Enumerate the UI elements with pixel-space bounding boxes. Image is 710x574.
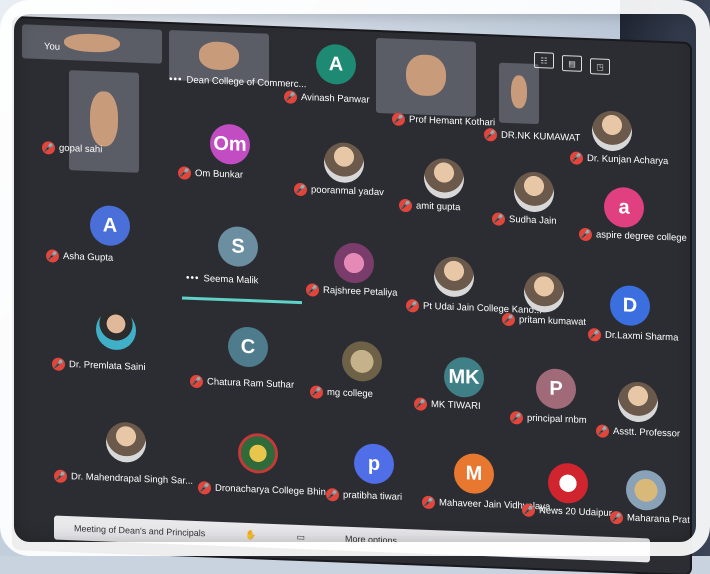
name-mk: 🎤 MK TIWARI — [414, 397, 481, 412]
video-dr-kumawat[interactable] — [499, 62, 539, 125]
name-principal: 🎤 principal rnbm — [510, 411, 587, 426]
tile-laxmi[interactable]: D — [610, 284, 650, 327]
name-pooranmal: 🎤 pooranmal yadav — [294, 182, 384, 199]
name-amit: 🎤 amit gupta — [399, 198, 461, 214]
more-options-button[interactable]: More options — [345, 534, 397, 546]
tile-asha[interactable]: A — [90, 204, 130, 247]
tile-premlata[interactable] — [96, 309, 136, 351]
name-premlata: 🎤 Dr. Premlata Saini — [52, 357, 146, 374]
speaking-indicator — [182, 296, 302, 305]
activities-icon[interactable]: ◳ — [590, 58, 610, 75]
tile-chatura[interactable]: C — [228, 326, 268, 368]
tile-principal[interactable]: P — [536, 368, 576, 410]
name-maharana: 🎤 Maharana Prat... — [610, 510, 690, 527]
name-pritam: 🎤 pritam kumawat — [502, 312, 587, 328]
name-pratibha: 🎤 pratibha tiwari — [326, 487, 403, 503]
tile-pritam[interactable] — [524, 271, 564, 314]
chat-icon[interactable]: ▤ — [562, 55, 582, 72]
tile-seema[interactable]: S — [218, 225, 258, 268]
name-asstt: 🎤 Asstt. Professor — [596, 424, 681, 440]
tile-amit[interactable] — [424, 157, 464, 200]
name-laxmi: 🎤 Dr.Laxmi Sharma — [588, 328, 679, 344]
tile-news20[interactable] — [548, 462, 588, 505]
meeting-grid-screen: You ••• Dean College of Commerc... A 🎤 Avi… — [14, 18, 690, 574]
tile-mahendrapal[interactable] — [106, 421, 146, 464]
name-dean: ••• Dean College of Commerc... — [169, 73, 307, 91]
name-sudha: 🎤 Sudha Jain — [492, 212, 557, 227]
video-prof-hemant[interactable] — [376, 37, 476, 117]
name-avinash: 🎤 Avinash Panwar — [284, 90, 370, 106]
name-mahendrapal: 🎤 Dr. Mahendrapal Singh Sar... — [54, 469, 193, 487]
name-rajshree: 🎤 Rajshree Petaliya — [306, 283, 398, 299]
video-you[interactable] — [22, 24, 162, 64]
tile-mk[interactable]: MK — [444, 356, 484, 399]
raise-hand-icon[interactable]: ✋ — [245, 529, 256, 540]
tile-pooranmal[interactable] — [324, 141, 364, 184]
tile-pratibha[interactable]: p — [354, 443, 394, 485]
tile-om[interactable]: Om — [210, 123, 250, 166]
name-seema: ••• Seema Malik — [186, 272, 259, 287]
name-dr-kumawat: 🎤 DR.NK KUMAWAT — [484, 128, 581, 144]
tile-kunjan[interactable] — [592, 110, 632, 152]
name-om: 🎤 Om Bunkar — [178, 166, 244, 181]
name-asha: 🎤 Asha Gupta — [46, 249, 114, 264]
video-gopal[interactable] — [69, 70, 139, 173]
name-you: You — [44, 41, 61, 53]
tile-pt-udai[interactable] — [434, 256, 474, 298]
tile-rajshree[interactable] — [334, 242, 374, 284]
tile-avinash[interactable]: A — [316, 43, 356, 86]
tile-asstt[interactable] — [618, 381, 658, 423]
name-dronacharya: 🎤 Dronacharya College Bhin... — [198, 481, 334, 499]
people-icon[interactable]: ☷ — [534, 51, 554, 69]
name-chatura: 🎤 Chatura Ram Suthar — [190, 374, 295, 391]
tile-aspire[interactable]: a — [604, 186, 644, 229]
tile-maharana[interactable] — [626, 469, 666, 512]
meeting-title: Meeting of Dean's and Principals — [74, 523, 206, 539]
name-kunjan: 🎤 Dr. Kunjan Acharya — [570, 151, 669, 168]
captions-icon[interactable]: ▭ — [297, 531, 306, 542]
tile-mg[interactable] — [342, 340, 382, 383]
name-aspire: 🎤 aspire degree college — [579, 227, 687, 244]
tile-mahaveer[interactable]: M — [454, 452, 494, 495]
tile-dronacharya[interactable] — [238, 432, 278, 475]
name-gopal: 🎤 gopal sahi — [42, 141, 103, 156]
name-mg: 🎤 mg college — [310, 385, 373, 400]
name-prof-hemant: 🎤 Prof Hemant Kothari — [392, 112, 496, 129]
name-news20: 🎤 News 20 Udaipur — [522, 503, 612, 519]
tile-sudha[interactable] — [514, 171, 554, 213]
